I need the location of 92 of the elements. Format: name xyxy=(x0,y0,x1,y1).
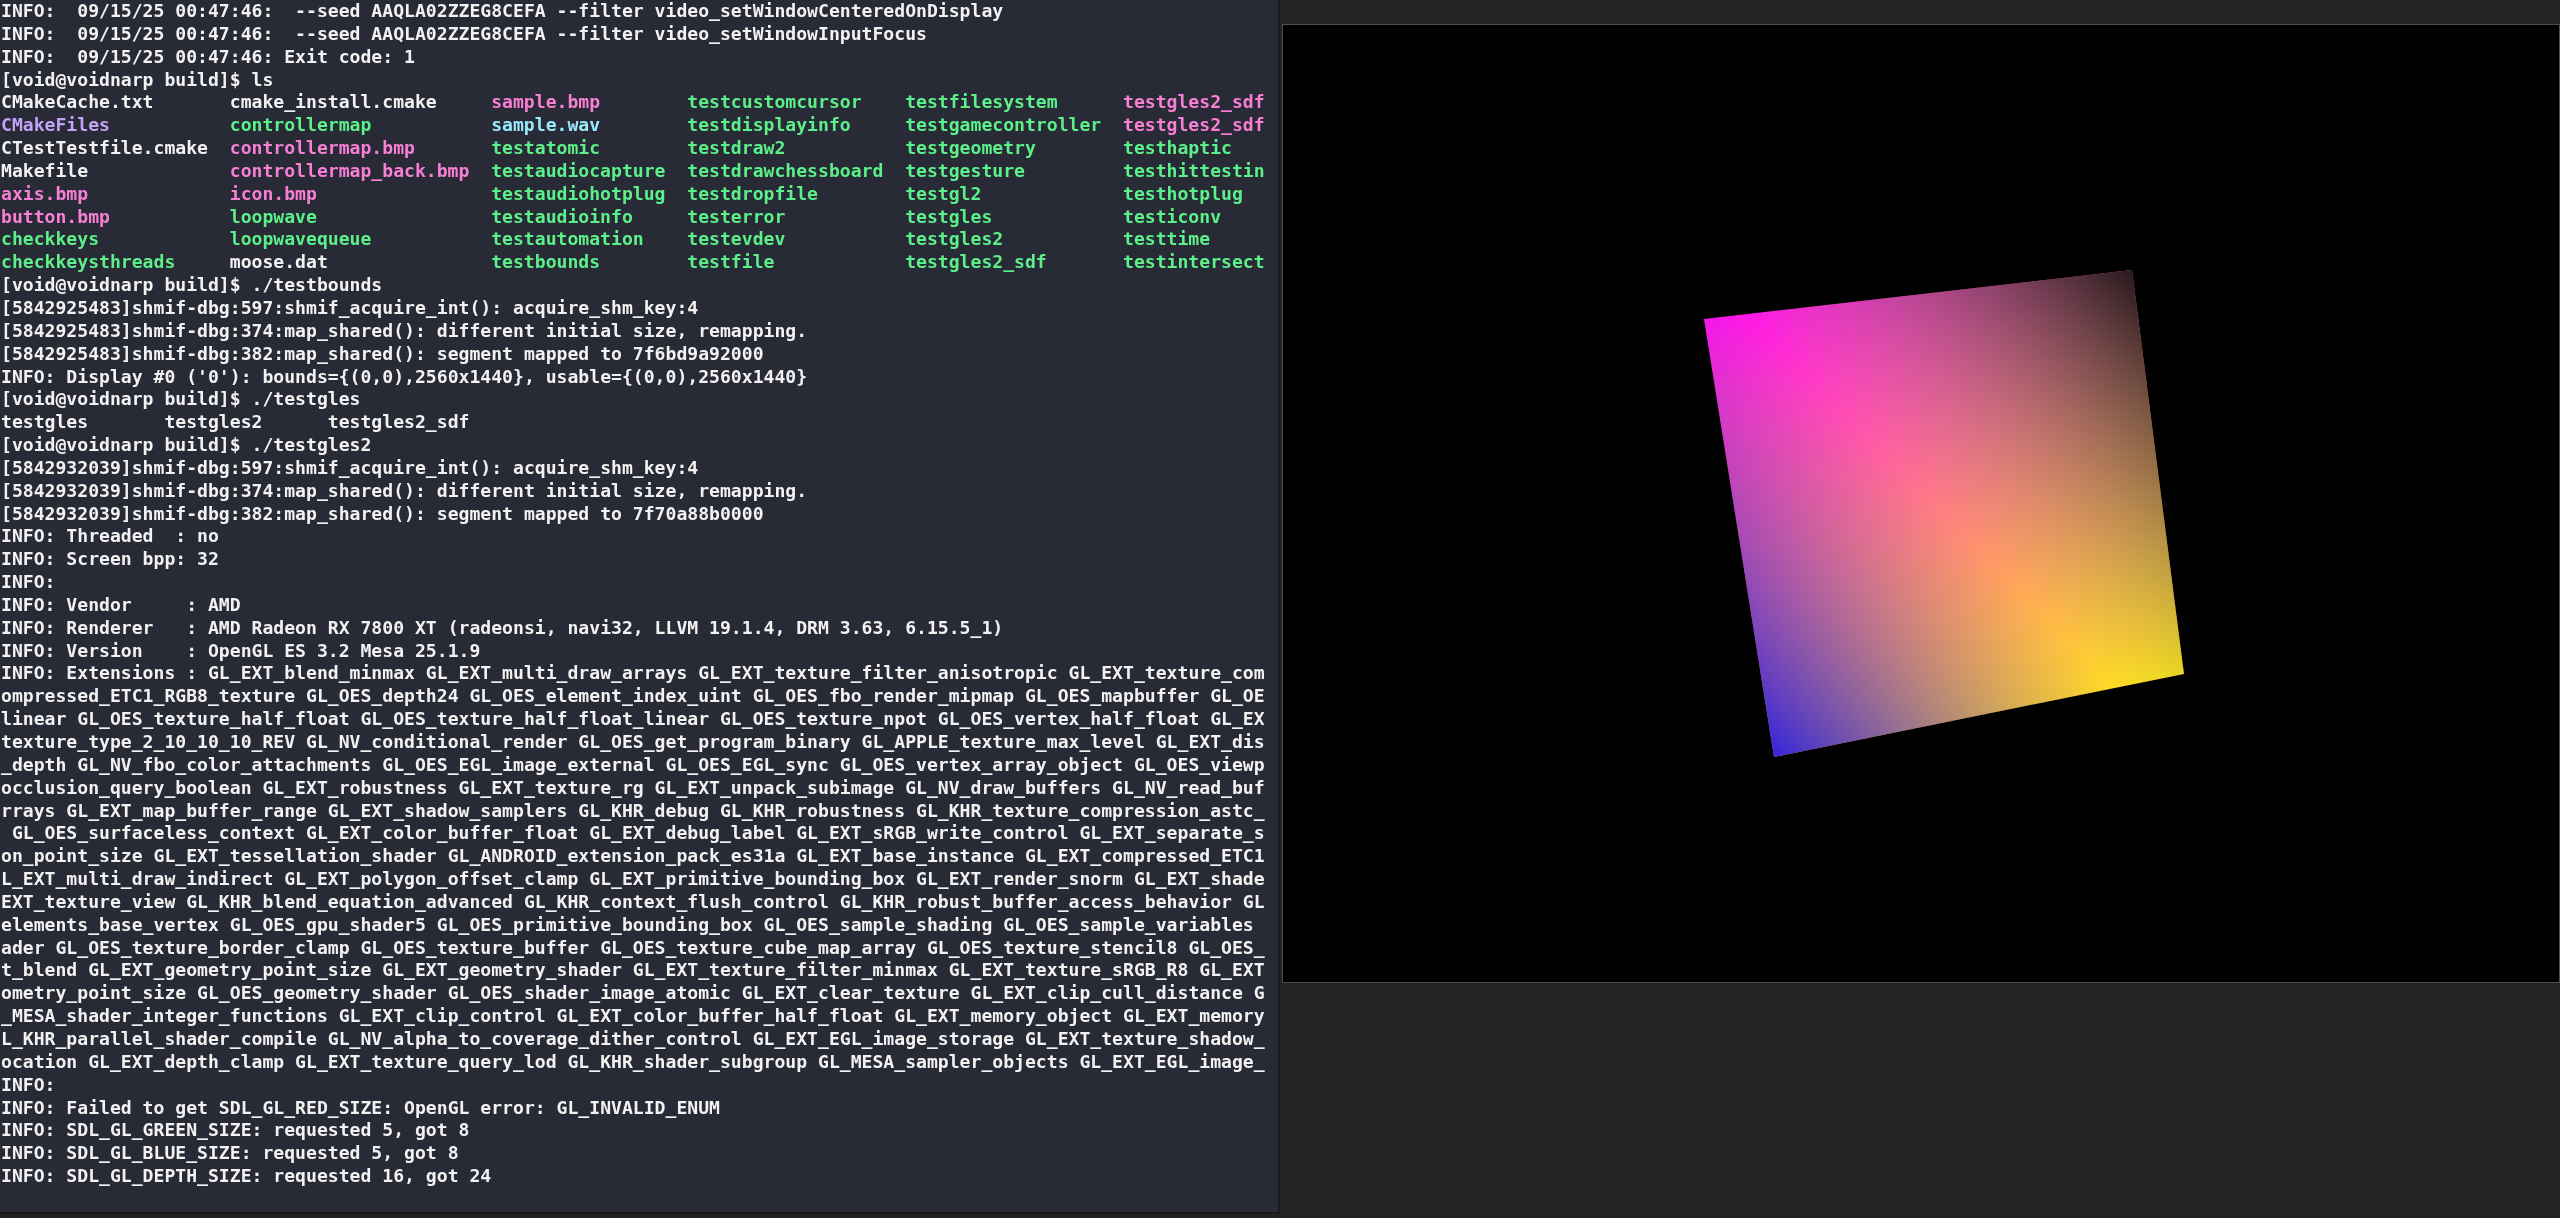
file-name: CTestTestfile.cmake xyxy=(1,137,208,160)
terminal-line: t_blend GL_EXT_geometry_point_size GL_EXT_geometry_shader GL_EXT_texture_filter_minmax GL_EXT_texture_sRGB_R8 GL_EXT xyxy=(1,959,1265,983)
terminal-line: elements_base_vertex GL_OES_gpu_shader5 GL_OES_primitive_bounding_box GL_OES_sample_shading GL_OES_sample_variables xyxy=(1,913,1254,937)
terminal-line: INFO: Version : OpenGL ES 3.2 Mesa 25.1.9 xyxy=(1,639,481,663)
file-name: testgles2_sdf xyxy=(905,251,1047,275)
terminal-line: ompressed_ETC1_RGB8_texture GL_OES_depth24 GL_OES_element_index_uint GL_OES_fbo_render_mipmap GL_OES_mapbuffer GL_OE xyxy=(1,685,1265,709)
file-name: testgamecontroller xyxy=(905,114,1102,138)
file-name: CMakeCache.txt xyxy=(1,91,154,115)
terminal-line: _MESA_shader_integer_functions GL_EXT_clip_control GL_EXT_color_buffer_half_float GL_EXT_memory_object GL_EXT_memory xyxy=(1,1005,1265,1028)
terminal-line: [void@voidnarp build]$ ./testgles xyxy=(1,388,361,412)
file-name: testhaptic xyxy=(1123,137,1232,160)
file-name: testgles2_sdf xyxy=(1123,114,1265,138)
file-name: axis.bmp xyxy=(1,182,89,206)
terminal-line: ader GL_OES_texture_border_clamp GL_OES_texture_buffer GL_OES_texture_cube_map_array GL_OES_texture_stencil8 GL_OES_ xyxy=(1,936,1265,960)
file-name: checkkeys xyxy=(1,228,100,252)
terminal-line: on_point_size GL_EXT_tessellation_shader GL_ANDROID_extension_pack_es31a GL_EXT_base_instance GL_EXT_compressed_ETC1 xyxy=(1,845,1265,869)
file-name: testerror xyxy=(687,205,786,229)
terminal-line: testgles testgles2 testgles2_sdf xyxy=(1,411,470,435)
file-name: sample.bmp xyxy=(491,91,601,115)
terminal-line: INFO: Extensions : GL_EXT_blend_minmax GL_EXT_multi_draw_arrays GL_EXT_texture_filter_anisotropic GL_EXT_texture_com xyxy=(1,662,1265,686)
terminal-line: GL_OES_surfaceless_context GL_EXT_color_buffer_float GL_EXT_debug_label GL_EXT_sRGB_write_control GL_EXT_separate_s xyxy=(10,822,1265,846)
file-name: testdraw2 xyxy=(687,137,786,160)
file-name: testiconv xyxy=(1123,205,1222,229)
file-name: testdropfile xyxy=(687,182,818,206)
terminal-line: rrays GL_EXT_map_buffer_range GL_EXT_shadow_samplers GL_KHR_debug GL_KHR_robustness GL_KHR_texture_compression_astc_ xyxy=(1,799,1265,823)
terminal-line: [5842925483]shmif-dbg:597:shmif_acquire_int(): acquire_shm_key:4 xyxy=(1,296,699,320)
file-name: testgles2_sdf xyxy=(1123,91,1265,115)
terminal-line: [5842932039]shmif-dbg:597:shmif_acquire_int(): acquire_shm_key:4 xyxy=(1,456,699,480)
file-name: testgles2 xyxy=(905,228,1004,252)
terminal-line: INFO: Vendor : AMD xyxy=(1,593,241,617)
file-name: testatomic xyxy=(491,137,601,160)
file-name: testaudiocapture xyxy=(491,159,666,183)
terminal-line: INFO: xyxy=(1,571,56,594)
file-name: loopwave xyxy=(229,205,317,229)
file-name: sample.wav xyxy=(491,114,601,138)
terminal-line: INFO: xyxy=(1,1073,56,1097)
file-name: testhittestin xyxy=(1123,159,1265,183)
terminal-line: ocation GL_EXT_depth_clamp GL_EXT_texture_query_lod GL_KHR_shader_subgroup GL_MESA_sampler_objects GL_EXT_EGL_image_ xyxy=(1,1050,1265,1074)
terminal-line: INFO: Renderer : AMD Radeon RX 7800 XT (radeonsi, navi32, LLVM 19.1.4, DRM 3.63, 6.15.5_1) xyxy=(1,616,1004,640)
file-name: controllermap_back.bmp xyxy=(229,159,470,183)
terminal-line: [void@voidnarp build]$ ./testbounds xyxy=(1,274,383,297)
file-name: controllermap.bmp xyxy=(229,137,415,160)
file-name: CMakeFiles xyxy=(1,114,110,138)
file-name: cmake_install.cmake xyxy=(229,91,437,115)
file-name: button.bmp xyxy=(1,205,110,229)
terminal-line: [5842932039]shmif-dbg:374:map_shared(): different initial size, remapping. xyxy=(1,479,808,503)
file-name: testcustomcursor xyxy=(687,91,862,115)
terminal-line: L_KHR_parallel_shader_compile GL_NV_alpha_to_coverage_dither_control GL_EXT_EGL_image_storage GL_EXT_texture_shadow_ xyxy=(1,1027,1265,1051)
terminal-line: [5842925483]shmif-dbg:382:map_shared(): segment mapped to 7f6bd9a92000 xyxy=(1,342,764,366)
file-name: Makefile xyxy=(1,159,89,183)
file-name: testintersect xyxy=(1123,251,1265,275)
file-name: loopwavequeue xyxy=(229,228,372,252)
terminal-line: [5842925483]shmif-dbg:374:map_shared(): different initial size, remapping. xyxy=(1,319,808,343)
terminal-line: texture_type_2_10_10_10_REV GL_NV_conditional_render GL_OES_get_program_binary GL_APPLE_texture_max_level GL_EXT_dis xyxy=(1,731,1265,754)
terminal-line: INFO: SDL_GL_BLUE_SIZE: requested 5, got 8 xyxy=(1,1142,459,1166)
file-name: testgeometry xyxy=(905,137,1036,160)
file-name: controllermap xyxy=(229,114,372,138)
terminal-line: ometry_point_size GL_OES_geometry_shader GL_OES_shader_image_atomic GL_EXT_clear_texture GL_EXT_clip_cull_distance G xyxy=(1,982,1265,1006)
terminal-line: INFO: SDL_GL_GREEN_SIZE: requested 5, got 8 xyxy=(1,1119,470,1143)
file-name: moose.dat xyxy=(229,251,328,275)
terminal-line: INFO: SDL_GL_DEPTH_SIZE: requested 16, got 24 xyxy=(1,1165,492,1188)
terminal-line: INFO: Display #0 ('0'): bounds={(0,0),2560x1440}, usable={(0,0),2560x1440} xyxy=(1,365,808,389)
terminal-line: INFO: Failed to get SDL_GL_RED_SIZE: OpenGL error: GL_INVALID_ENUM xyxy=(1,1096,720,1120)
terminal-line: INFO: Screen bpp: 32 xyxy=(1,548,219,572)
terminal-line: INFO: 09/15/25 00:47:46: --seed AAQLA02ZZEG8CEFA --filter video_setWindowInputFocus xyxy=(1,22,927,46)
terminal-line: INFO: 09/15/25 00:47:46: --seed AAQLA02ZZEG8CEFA --filter video_setWindowCenteredOnDisplay xyxy=(1,0,1004,23)
file-name: testaudiohotplug xyxy=(491,182,666,206)
terminal-line: EXT_texture_view GL_KHR_blend_equation_advanced GL_KHR_context_flush_control GL_KHR_robust_buffer_access_behavior GL xyxy=(1,890,1265,914)
file-name: testevdev xyxy=(687,228,786,252)
file-name: testfile xyxy=(687,251,775,275)
terminal-line: L_EXT_multi_draw_indirect GL_EXT_polygon_offset_clamp GL_EXT_primitive_bounding_box GL_EXT_render_snorm GL_EXT_shade xyxy=(1,868,1265,891)
file-name: testaudioinfo xyxy=(491,205,633,229)
file-name: testdisplayinfo xyxy=(687,114,851,138)
file-name: testbounds xyxy=(491,251,601,275)
file-name: testgl2 xyxy=(905,182,982,206)
file-name: checkkeysthreads xyxy=(1,251,176,275)
terminal-line: [void@voidnarp build]$ ./testgles2 xyxy=(1,434,372,457)
file-name: testgles xyxy=(905,205,993,229)
terminal-line: _depth GL_NV_fbo_color_attachments GL_OES_EGL_image_external GL_OES_EGL_sync GL_OES_vertex_array_object GL_OES_viewp xyxy=(1,753,1265,777)
terminal-line: [void@voidnarp build]$ ls xyxy=(1,68,274,92)
file-name: icon.bmp xyxy=(229,182,317,206)
file-name: testfilesystem xyxy=(905,91,1058,115)
file-name: testautomation xyxy=(491,228,644,252)
file-name: testhotplug xyxy=(1123,182,1243,206)
file-name: testtime xyxy=(1123,228,1211,252)
terminal-line: INFO: Threaded : no xyxy=(1,525,219,549)
terminal-line: INFO: 09/15/25 00:47:46: Exit code: 1 xyxy=(1,45,415,69)
terminal-line: linear GL_OES_texture_half_float GL_OES_texture_half_float_linear GL_OES_texture_npot GL_OES_vertex_half_float GL_EX xyxy=(1,708,1265,731)
file-name: testgesture xyxy=(905,159,1025,183)
file-name: testdrawchessboard xyxy=(687,159,884,183)
terminal-line: occlusion_query_boolean GL_EXT_robustness GL_EXT_texture_rg GL_EXT_unpack_subimage GL_NV_draw_buffers GL_NV_read_buf xyxy=(1,776,1265,800)
terminal-line: [5842932039]shmif-dbg:382:map_shared(): segment mapped to 7f70a88b0000 xyxy=(1,502,764,526)
